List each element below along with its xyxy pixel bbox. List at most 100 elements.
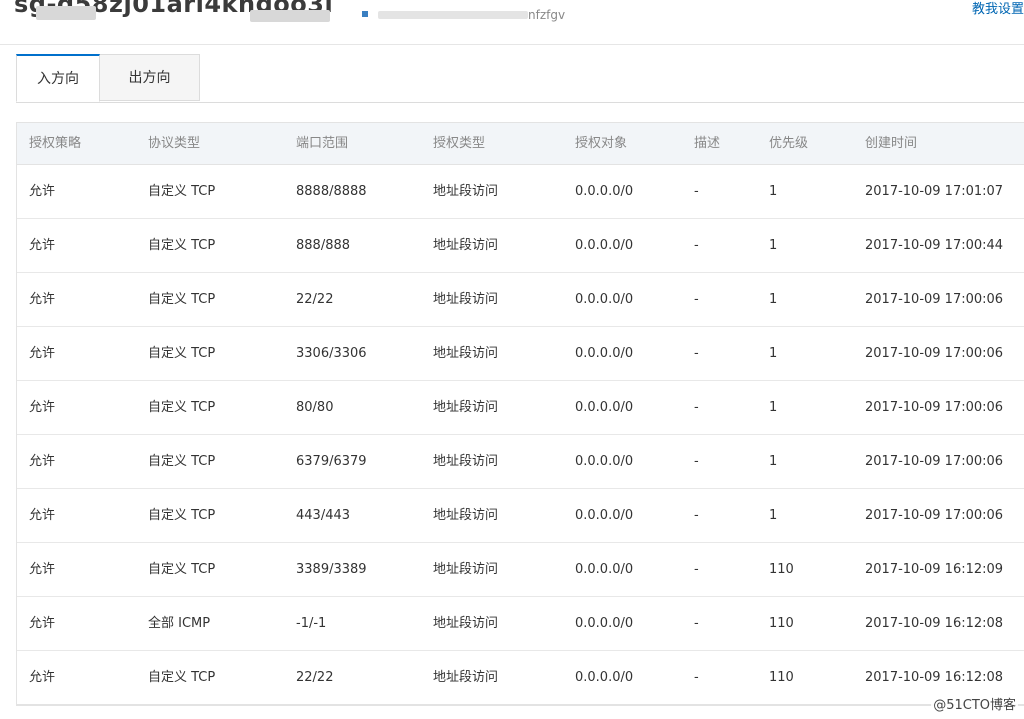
tab-outbound[interactable]: 出方向 [100, 54, 200, 101]
priority-cell: 1 [769, 292, 778, 307]
priority-cell: 110 [769, 562, 794, 577]
protocol-cell: 自定义 TCP [148, 184, 216, 199]
auth-type-cell: 地址段访问 [433, 292, 499, 307]
table-row: 允许 自定义 TCP 3306/3306 地址段访问 0.0.0.0/0 - 1 2017-1… [17, 327, 1024, 381]
column-header-auth-type: 授权类型 [433, 136, 486, 151]
watermark: @51CTO博客 [931, 694, 1018, 713]
priority-cell: 1 [769, 346, 778, 361]
column-header-priority: 优先级 [769, 136, 809, 151]
created-time-cell: 2017-10-09 17:01:07 [865, 184, 1004, 199]
auth-object-cell: 0.0.0.0/0 [575, 670, 634, 685]
table-row: 允许 自定义 TCP 443/443 地址段访问 0.0.0.0/0 - 1 2017-10-… [17, 489, 1024, 543]
auth-type-cell: 地址段访问 [433, 400, 499, 415]
table-row: 允许 全部 ICMP -1/-1 地址段访问 0.0.0.0/0 - 110 2017-10-… [17, 597, 1024, 651]
priority-cell: 1 [769, 238, 778, 253]
protocol-cell: 自定义 TCP [148, 346, 216, 361]
protocol-cell: 自定义 TCP [148, 670, 216, 685]
auth-object-cell: 0.0.0.0/0 [575, 346, 634, 361]
protocol-cell: 自定义 TCP [148, 238, 216, 253]
priority-cell: 110 [769, 616, 794, 631]
auth-type-cell: 地址段访问 [433, 670, 499, 685]
protocol-cell: 自定义 TCP [148, 454, 216, 469]
security-rules-table: 授权策略 协议类型 端口范围 授权类型 授权对象 描述 优先级 创建时间 允许自… [16, 122, 1024, 706]
column-header-created-time: 创建时间 [865, 136, 918, 151]
port-range-cell: -1/-1 [296, 616, 327, 631]
priority-cell: 1 [769, 508, 778, 523]
description-cell: - [694, 346, 699, 361]
policy-cell: 允许 [29, 346, 56, 361]
port-range-cell: 22/22 [296, 292, 334, 307]
port-range-cell: 888/888 [296, 238, 351, 253]
auth-object-cell: 0.0.0.0/0 [575, 616, 634, 631]
port-range-cell: 3389/3389 [296, 562, 367, 577]
created-time-cell: 2017-10-09 16:12:09 [865, 562, 1004, 577]
policy-cell: 允许 [29, 400, 56, 415]
policy-cell: 允许 [29, 238, 56, 253]
protocol-cell: 自定义 TCP [148, 508, 216, 523]
policy-cell: 允许 [29, 292, 56, 307]
table-row: 允许 自定义 TCP 80/80 地址段访问 0.0.0.0/0 - 1 2017-10-09… [17, 381, 1024, 435]
description-cell: - [694, 454, 699, 469]
table-row: 允许 自定义 TCP 3389/3389 地址段访问 0.0.0.0/0 - 110 2017… [17, 543, 1024, 597]
description-cell: - [694, 562, 699, 577]
port-range-cell: 22/22 [296, 670, 334, 685]
table-row: 允许 自定义 TCP 888/888 地址段访问 0.0.0.0/0 - 1 2017-10-… [17, 219, 1024, 273]
help-link[interactable]: 教我设置 [972, 0, 1024, 17]
description-cell: - [694, 670, 699, 685]
protocol-cell: 自定义 TCP [148, 400, 216, 415]
auth-object-cell: 0.0.0.0/0 [575, 400, 634, 415]
table-row: 允许 自定义 TCP 22/22 地址段访问 0.0.0.0/0 - 1 2017-10-09… [17, 273, 1024, 327]
auth-object-cell: 0.0.0.0/0 [575, 238, 634, 253]
table-row: 允许 自定义 TCP 22/22 地址段访问 0.0.0.0/0-110 2017-10-… [17, 651, 1024, 705]
description-cell: - [694, 616, 699, 631]
table-header: 授权策略 协议类型 端口范围 授权类型 授权对象 描述 优先级 创建时间 [17, 123, 1024, 165]
priority-cell: 1 [769, 400, 778, 415]
auth-object-cell: 0.0.0.0/0 [575, 292, 634, 307]
redacted-area [378, 11, 528, 19]
description-cell: - [694, 400, 699, 415]
auth-type-cell: 地址段访问 [433, 508, 499, 523]
policy-cell: 允许 [29, 184, 56, 199]
auth-object-cell: 0.0.0.0/0 [575, 562, 634, 577]
created-time-cell: 2017-10-09 17:00:06 [865, 400, 1004, 415]
priority-cell: 1 [769, 454, 778, 469]
tab-inbound[interactable]: 入方向 [16, 54, 100, 102]
column-header-description: 描述 [694, 136, 721, 151]
auth-object-cell: 0.0.0.0/0 [575, 508, 634, 523]
policy-cell: 允许 [29, 616, 56, 631]
column-header-port-range: 端口范围 [296, 136, 349, 151]
auth-type-cell: 地址段访问 [433, 238, 499, 253]
vpc-icon [362, 11, 368, 17]
table-row: 允许 自定义 TCP 8888/8888 地址段访问 0.0.0.0/0 - 1 2017-1… [17, 165, 1024, 219]
description-cell: - [694, 184, 699, 199]
port-range-cell: 6379/6379 [296, 454, 367, 469]
created-time-cell: 2017-10-09 17:00:44 [865, 238, 1004, 253]
priority-cell: 1 [769, 184, 778, 199]
protocol-cell: 全部 ICMP [148, 616, 211, 631]
protocol-cell: 自定义 TCP [148, 562, 216, 577]
policy-cell: 允许 [29, 670, 56, 685]
port-range-cell: 8888/8888 [296, 184, 367, 199]
column-header-policy: 授权策略 [29, 136, 82, 151]
created-time-cell: 2017-10-09 17:00:06 [865, 508, 1004, 523]
column-header-auth-object: 授权对象 [575, 136, 628, 151]
auth-type-cell: 地址段访问 [433, 616, 499, 631]
vpc-id: nfzfgv [528, 8, 566, 22]
created-time-cell: 2017-10-09 17:00:06 [865, 454, 1004, 469]
page-header: sg-d58zj01ari4khgoo3i nfzfgv 教我设置 [0, 0, 1024, 45]
table-row: 允许 自定义 TCP 6379/6379 地址段访问 0.0.0.0/0 - 1 2017-1… [17, 435, 1024, 489]
created-time-cell: 2017-10-09 17:00:06 [865, 292, 1004, 307]
table-body: 允许 自定义 TCP 8888/8888 地址段访问 0.0.0.0/0-1 2017-1… [17, 165, 1024, 705]
redacted-area [250, 10, 330, 22]
description-cell: - [694, 292, 699, 307]
direction-tabs: 入方向 出方向 [16, 54, 1024, 103]
created-time-cell: 2017-10-09 16:12:08 [865, 616, 1004, 631]
port-range-cell: 3306/3306 [296, 346, 367, 361]
auth-type-cell: 地址段访问 [433, 346, 499, 361]
auth-type-cell: 地址段访问 [433, 454, 499, 469]
auth-type-cell: 地址段访问 [433, 184, 499, 199]
port-range-cell: 80/80 [296, 400, 334, 415]
policy-cell: 允许 [29, 508, 56, 523]
port-range-cell: 443/443 [296, 508, 351, 523]
auth-type-cell: 地址段访问 [433, 562, 499, 577]
